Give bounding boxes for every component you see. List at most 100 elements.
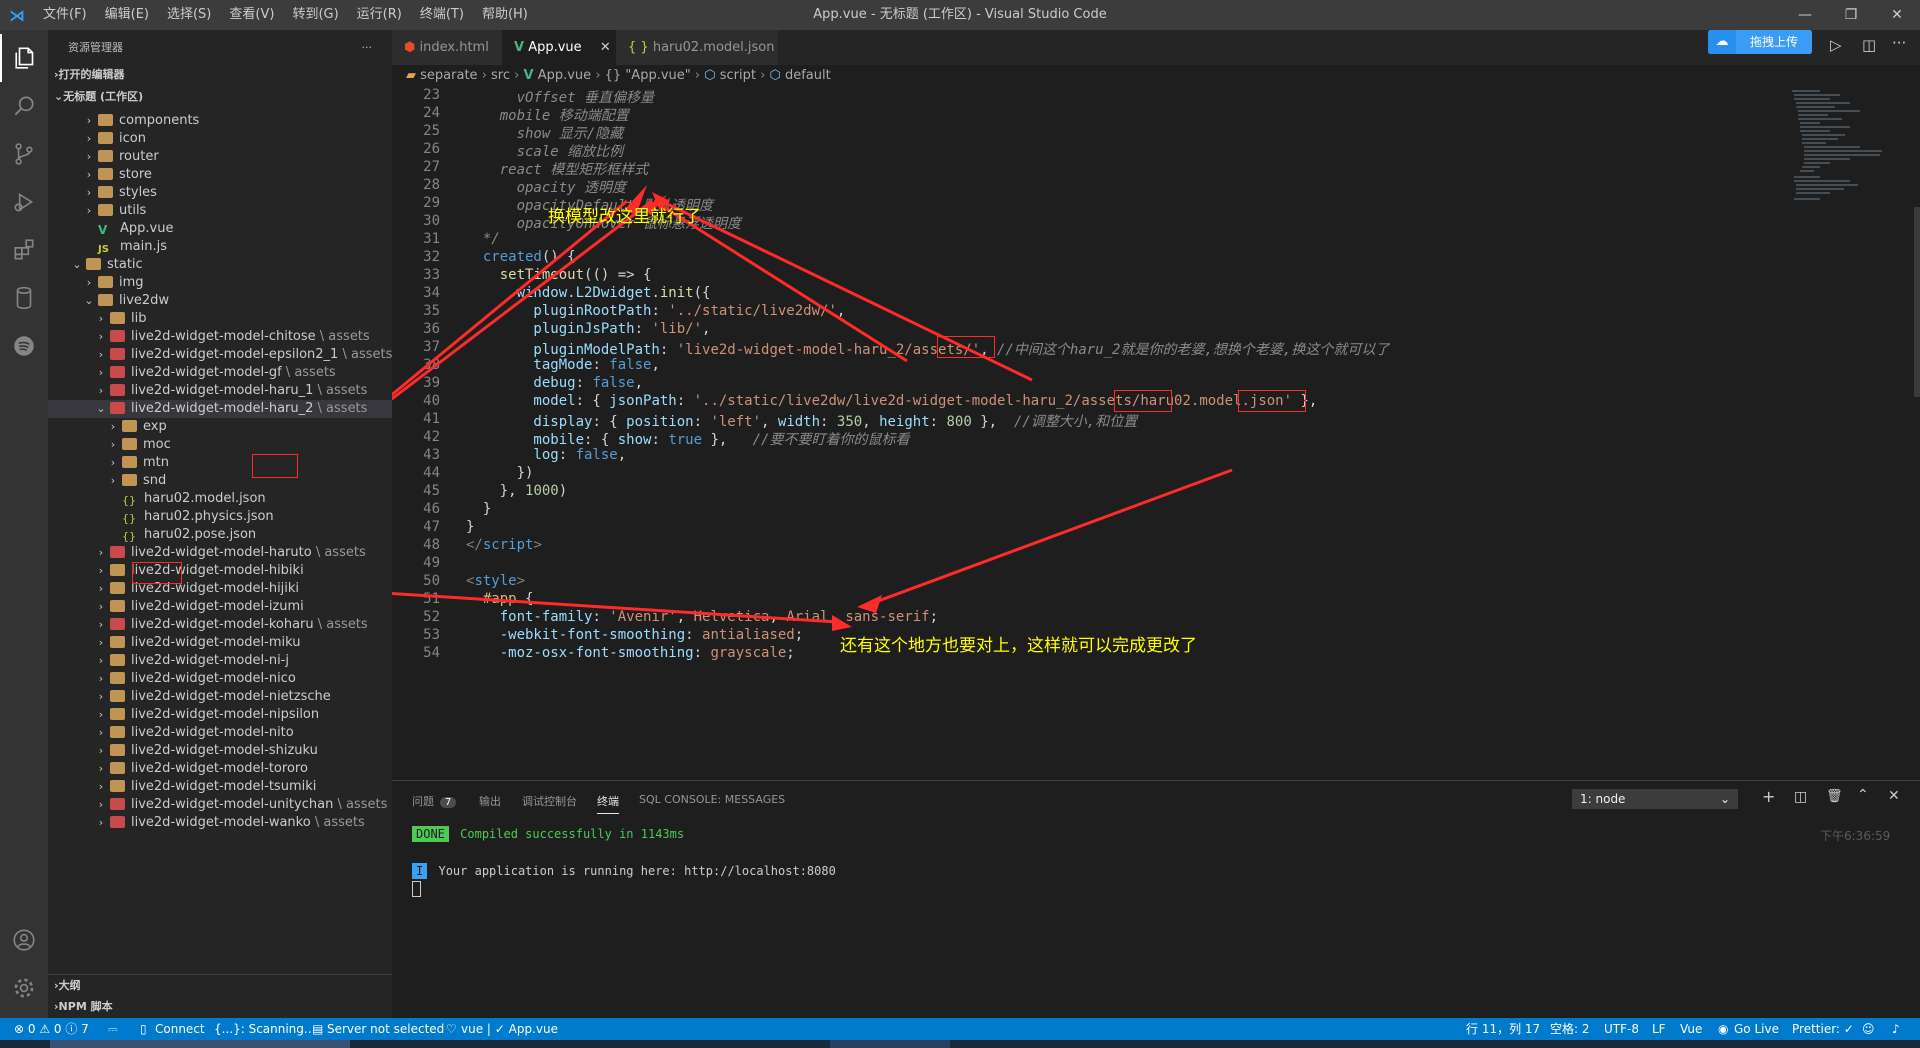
upload-widget[interactable]: ☁ 拖拽上传 — [1708, 30, 1812, 54]
tree-item[interactable]: › live2d-widget-model-koharu \ assets — [48, 616, 392, 634]
tree-item[interactable]: › icon — [48, 130, 392, 148]
menu-edit[interactable]: 编辑(E) — [96, 0, 158, 30]
breadcrumb-item[interactable]: default — [785, 68, 831, 83]
tree-item[interactable]: › live2d-widget-model-wanko \ assets — [48, 814, 392, 832]
tree-item[interactable]: › live2d-widget-model-hibiki — [48, 562, 392, 580]
tree-item[interactable]: › live2d-widget-model-miku — [48, 634, 392, 652]
server-status[interactable]: Server not selected — [327, 1018, 444, 1040]
tree-item[interactable]: › utils — [48, 202, 392, 220]
accounts-icon[interactable] — [0, 916, 48, 964]
more-actions-icon[interactable]: ··· — [362, 41, 373, 54]
language-mode[interactable]: Vue — [1680, 1018, 1702, 1040]
tree-item[interactable]: › styles — [48, 184, 392, 202]
go-live-button[interactable]: Go Live — [1734, 1018, 1779, 1040]
code-editor[interactable]: 23 24 25 26 27 28 29 30 31 32 33 34 35 36 37 38 39 40 41 42… — [392, 87, 1920, 780]
tree-item[interactable]: › snd — [48, 472, 392, 490]
tab-sql-console[interactable]: SQL CONSOLE: MESSAGES — [639, 793, 785, 806]
taskbar-item[interactable] — [50, 1040, 350, 1048]
tree-item[interactable]: › live2d-widget-model-gf \ assets — [48, 364, 392, 382]
tab-debug-console[interactable]: 调试控制台 — [522, 793, 577, 809]
breadcrumb-item[interactable]: App.vue — [538, 68, 591, 83]
tree-item[interactable]: › store — [48, 166, 392, 184]
tree-item[interactable]: › live2d-widget-model-tsumiki — [48, 778, 392, 796]
encoding[interactable]: UTF-8 — [1604, 1018, 1639, 1040]
menu-selection[interactable]: 选择(S) — [158, 0, 220, 30]
tree-item[interactable]: › live2d-widget-model-unitychan \ assets — [48, 796, 392, 814]
gear-icon[interactable] — [0, 964, 48, 1012]
npm-scripts-section[interactable]: ›NPM 脚本 — [48, 996, 392, 1018]
indentation[interactable]: 空格: 2 — [1550, 1018, 1590, 1040]
terminal-select[interactable]: 1: node ⌄ — [1572, 789, 1738, 809]
breadcrumb-item[interactable]: {} "App.vue" — [605, 68, 691, 83]
prettier-status[interactable]: Prettier: ✓ — [1792, 1018, 1854, 1040]
tree-item[interactable]: › mtn — [48, 454, 392, 472]
explorer-icon[interactable] — [0, 34, 50, 82]
tree-item[interactable]: JS main.js — [48, 238, 392, 256]
tab-index-html[interactable]: ⬢ index.html — [392, 30, 512, 65]
tree-item[interactable]: › live2d-widget-model-epsilon2_1 \ assets — [48, 346, 392, 364]
close-panel-icon[interactable]: ✕ — [1888, 788, 1900, 804]
tree-item[interactable]: › lib — [48, 310, 392, 328]
menu-terminal[interactable]: 终端(T) — [411, 0, 473, 30]
tree-item[interactable]: › live2d-widget-model-nito — [48, 724, 392, 742]
tab-terminal[interactable]: 终端 — [597, 793, 619, 814]
extensions-icon[interactable] — [0, 226, 48, 274]
outline-section[interactable]: ›大纲 — [48, 974, 392, 997]
tree-item[interactable]: ⌄ static — [48, 256, 392, 274]
restore-icon[interactable]: ❐ — [1828, 0, 1874, 30]
tree-item[interactable]: › components — [48, 112, 392, 130]
tree-item[interactable]: › live2d-widget-model-tororo — [48, 760, 392, 778]
feedback-icon[interactable]: ☺ — [1862, 1018, 1875, 1040]
maximize-panel-icon[interactable]: ⌃ — [1857, 787, 1869, 803]
tree-item[interactable]: › live2d-widget-model-ni-j — [48, 652, 392, 670]
tree-item[interactable]: › exp — [48, 418, 392, 436]
tree-item[interactable]: › live2d-widget-model-chitose \ assets — [48, 328, 392, 346]
split-terminal-icon[interactable]: ◫ — [1794, 789, 1807, 805]
tree-item[interactable]: {} haru02.model.json — [48, 490, 392, 508]
split-editor-icon[interactable]: ◫ — [1862, 36, 1876, 54]
tree-item[interactable]: {} haru02.physics.json — [48, 508, 392, 526]
open-editors-section[interactable]: ›打开的编辑器 — [48, 64, 125, 86]
tree-item[interactable]: › live2d-widget-model-nietzsche — [48, 688, 392, 706]
menu-view[interactable]: 查看(V) — [220, 0, 283, 30]
connect-status[interactable]: Connect — [155, 1018, 205, 1040]
taskbar-item[interactable] — [830, 1040, 950, 1048]
workspace-section[interactable]: ⌄无标题 (工作区) — [48, 86, 143, 108]
menu-help[interactable]: 帮助(H) — [473, 0, 537, 30]
tree-item[interactable]: › moc — [48, 436, 392, 454]
spotify-icon[interactable] — [0, 322, 48, 370]
search-icon[interactable] — [0, 82, 48, 130]
minimize-icon[interactable]: — — [1782, 0, 1828, 30]
close-tab-icon[interactable]: ✕ — [600, 40, 611, 55]
tree-item[interactable]: › img — [48, 274, 392, 292]
breadcrumb-item[interactable]: script — [720, 68, 756, 83]
tree-item[interactable]: ⌄ live2dw — [48, 292, 392, 310]
menu-file[interactable]: 文件(F) — [34, 0, 96, 30]
breadcrumb-item[interactable]: src — [491, 68, 510, 83]
eol[interactable]: LF — [1652, 1018, 1666, 1040]
tree-item[interactable]: › live2d-widget-model-nico — [48, 670, 392, 688]
problems-status[interactable]: ⊗ 0 ⚠ 0 ⓘ 7 — [14, 1018, 89, 1040]
add-terminal-icon[interactable]: + — [1762, 787, 1775, 806]
menu-go[interactable]: 转到(G) — [283, 0, 347, 30]
tree-item[interactable]: › live2d-widget-model-izumi — [48, 598, 392, 616]
tab-app-vue[interactable]: V App.vue ✕ — [502, 30, 626, 65]
tree-item[interactable]: › live2d-widget-model-haru_1 \ assets — [48, 382, 392, 400]
tab-output[interactable]: 输出 — [479, 793, 501, 809]
upload-button[interactable]: 拖拽上传 — [1736, 30, 1812, 54]
tab-haru02-model-json[interactable]: { } haru02.model.json — [616, 30, 778, 65]
close-icon[interactable]: ✕ — [1874, 0, 1920, 30]
tree-item[interactable]: V App.vue — [48, 220, 392, 238]
bell-icon[interactable]: ♪ — [1892, 1018, 1900, 1040]
tree-item[interactable]: › live2d-widget-model-shizuku — [48, 742, 392, 760]
minimap[interactable] — [1790, 87, 1920, 780]
tab-problems[interactable]: 问题 7 — [412, 793, 457, 809]
database-icon[interactable] — [0, 274, 48, 322]
source-control-icon[interactable] — [0, 130, 48, 178]
more-actions-icon[interactable]: ··· — [1892, 34, 1906, 52]
breadcrumb-item[interactable]: separate — [420, 68, 477, 83]
menu-run[interactable]: 运行(R) — [348, 0, 411, 30]
run-icon[interactable]: ▷ — [1830, 36, 1842, 54]
tree-item[interactable]: {} haru02.pose.json — [48, 526, 392, 544]
cursor-position[interactable]: 行 11，列 17 — [1466, 1018, 1540, 1040]
